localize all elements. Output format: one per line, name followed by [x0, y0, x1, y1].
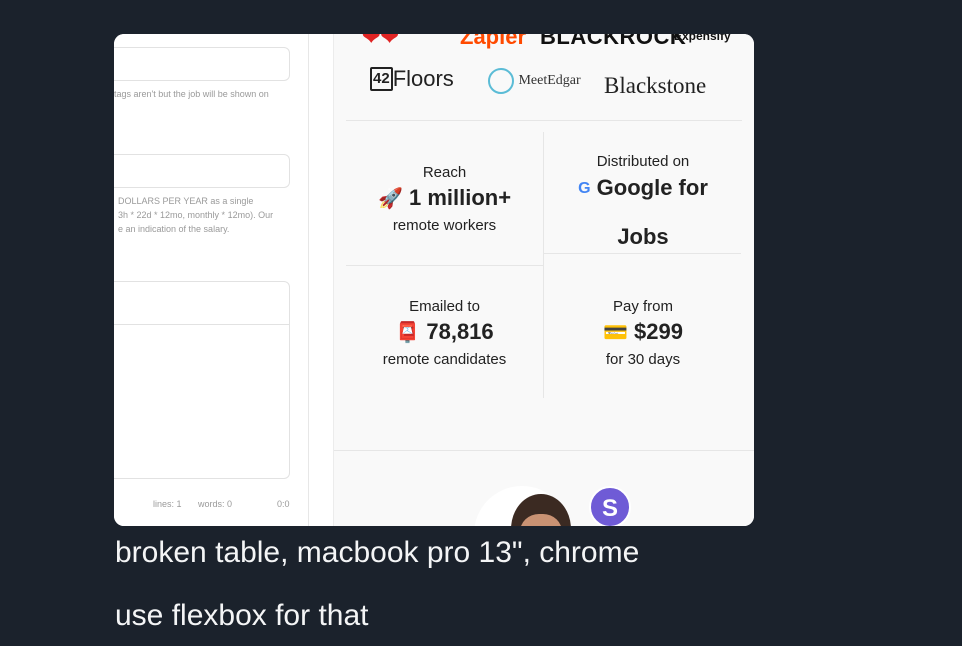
divider — [346, 120, 742, 121]
tags-hint: tags aren't but the job will be shown on — [114, 87, 308, 101]
google-g-icon: G — [578, 180, 591, 197]
caption-line-1: broken table, macbook pro 13", chrome — [115, 536, 640, 569]
avatar-badge: S — [589, 486, 631, 526]
distribution-value-text: Google for — [596, 175, 708, 200]
salary-hint-line: DOLLARS PER YEAR as a single — [118, 196, 254, 206]
pricing-info-pane: ❤❤ Zapier BLACKROCK Expensify 42 Floors M… — [333, 34, 754, 526]
emailed-value-text: 78,816 — [426, 319, 494, 344]
distribution-value-text-2: Jobs — [617, 224, 669, 249]
salary-input[interactable] — [114, 154, 290, 188]
price-stat: Pay from 💳 $299 for 30 days — [544, 298, 742, 368]
blackrock-logo: BLACKROCK — [540, 34, 687, 49]
emailed-label: Emailed to — [409, 298, 480, 315]
heart-logo-icon: ❤❤ — [362, 34, 399, 49]
price-value: 💳 $299 — [544, 319, 742, 345]
emailed-stat: Emailed to 📮 78,816 remote candidates — [346, 298, 543, 368]
job-form-pane: tags aren't but the job will be shown on… — [114, 34, 309, 526]
emailed-value: 📮 78,816 — [346, 319, 543, 345]
credit-card-icon: 💳 — [603, 322, 628, 344]
emailed-sub: remote candidates — [382, 351, 507, 368]
tags-hint-text: tags aren't but the job will be shown on — [114, 89, 269, 99]
caption-line-2: use flexbox for that — [115, 599, 369, 632]
42floors-logo: 42 Floors — [370, 66, 454, 92]
rocket-icon: 🚀 — [377, 188, 403, 210]
editor-toolbar — [114, 282, 289, 325]
section-divider — [334, 450, 754, 451]
42floors-wordmark: Floors — [392, 66, 454, 91]
salary-hint: DOLLARS PER YEAR as a single 3h * 22d * … — [118, 194, 312, 236]
price-label: Pay from — [612, 298, 673, 315]
screenshot-card: tags aren't but the job will be shown on… — [114, 34, 754, 526]
distribution-value: G Google for Jobs — [544, 164, 742, 261]
editor-lines-count: lines: 1 — [153, 499, 182, 509]
price-value-text: $299 — [634, 319, 683, 344]
price-sub: for 30 days — [605, 351, 681, 368]
editor-words-count: words: 0 — [198, 499, 233, 509]
reach-sub: remote workers — [392, 217, 497, 234]
salary-hint-line: 3h * 22d * 12mo, monthly * 12mo). Our — [118, 210, 274, 220]
tags-input[interactable] — [114, 47, 290, 81]
distribution-stat: Distributed on G Google for Jobs — [544, 153, 742, 261]
meetedgar-logo: MeetEdgar — [488, 68, 581, 94]
zapier-logo: Zapier — [460, 34, 527, 49]
salary-hint-line: e an indication of the salary. — [118, 224, 230, 234]
blackstone-logo: Blackstone — [604, 73, 707, 98]
description-editor[interactable] — [114, 281, 290, 479]
editor-cursor-position: 0:0 — [277, 499, 290, 509]
reach-value: 🚀 1 million+ — [346, 185, 543, 211]
reach-label: Reach — [422, 164, 467, 181]
grid-divider-horizontal — [346, 265, 543, 266]
expensify-logo: Expensify — [674, 34, 731, 43]
42floors-mark-icon: 42 — [370, 67, 393, 91]
octopus-icon — [488, 68, 514, 94]
reach-value-text: 1 million+ — [408, 185, 512, 210]
meetedgar-wordmark: MeetEdgar — [518, 73, 581, 88]
reach-stat: Reach 🚀 1 million+ remote workers — [346, 164, 543, 234]
mailbox-icon: 📮 — [395, 322, 421, 344]
